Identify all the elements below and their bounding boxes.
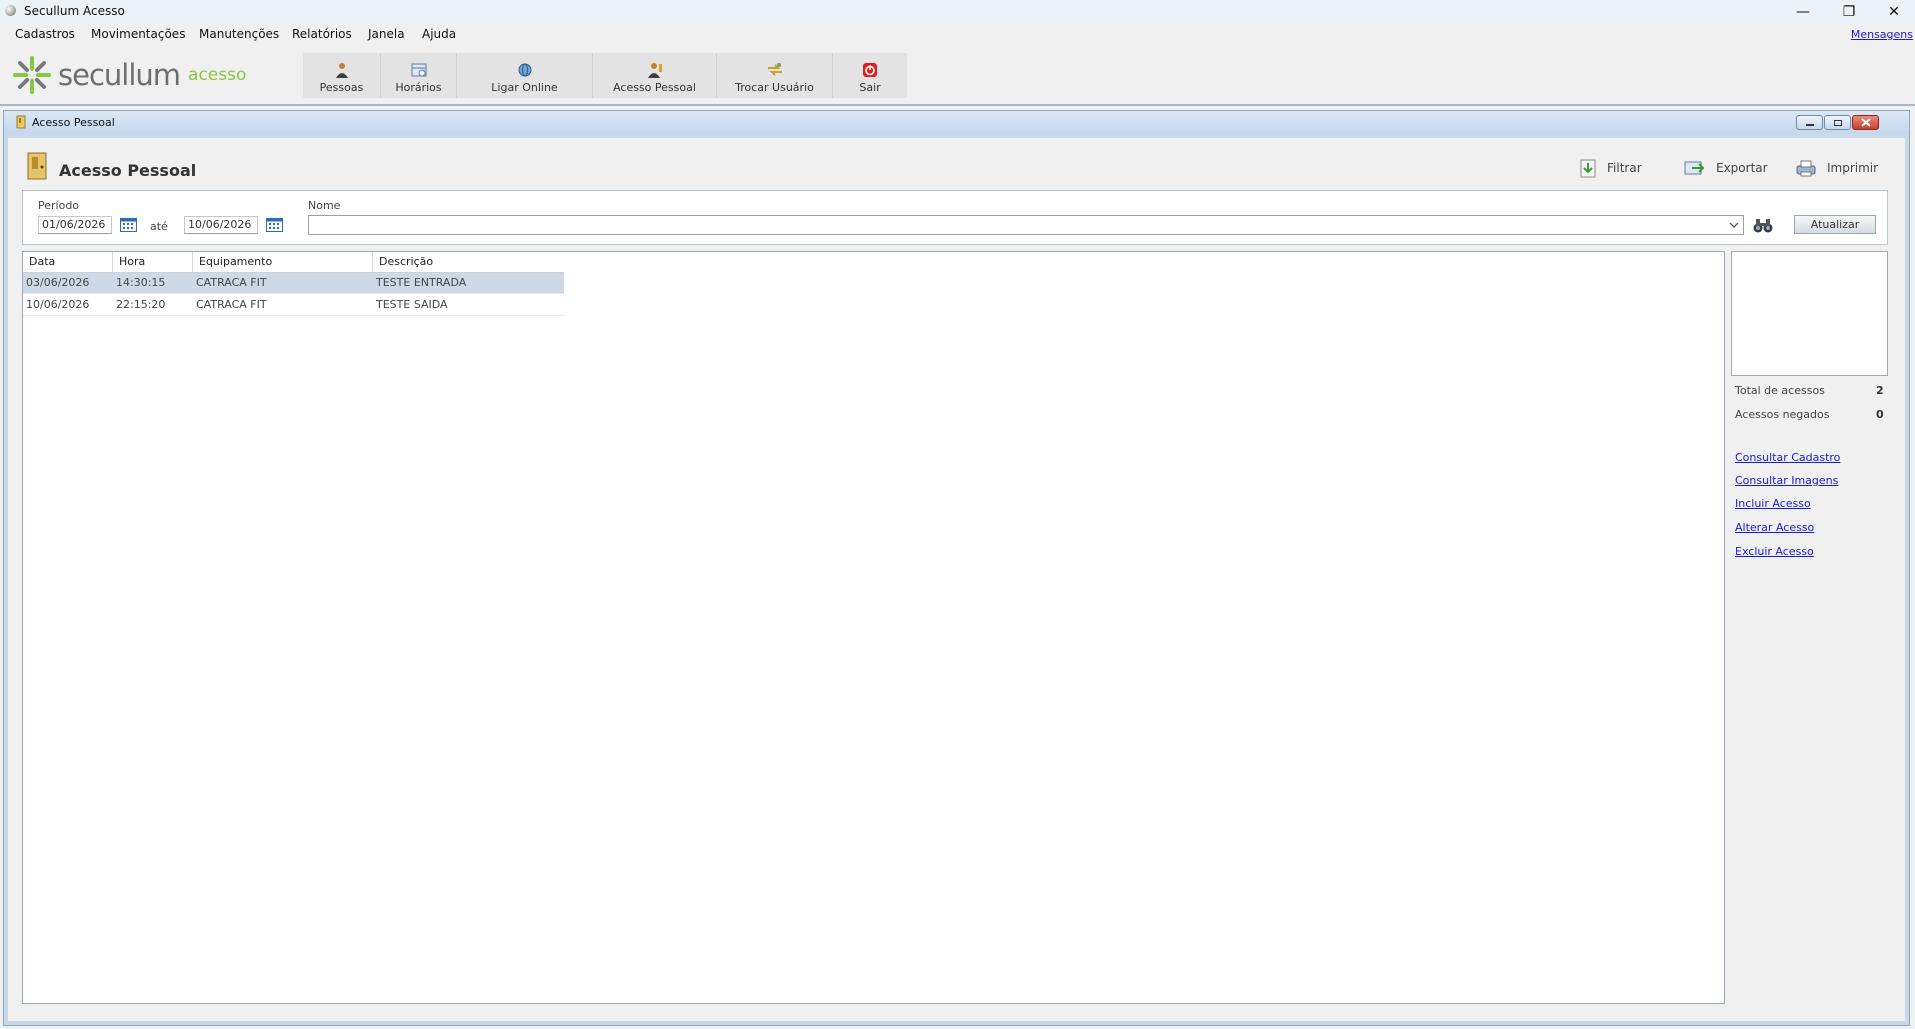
toolbar-pessoas-button[interactable]: Pessoas <box>303 53 381 98</box>
total-accesses-label: Total de acessos <box>1735 384 1825 397</box>
person-access-icon <box>647 63 662 78</box>
refresh-button[interactable]: Atualizar <box>1794 215 1876 234</box>
export-button[interactable]: Exportar <box>1681 158 1768 178</box>
globe-icon <box>518 63 531 77</box>
child-window-title: Acesso Pessoal <box>32 116 115 129</box>
cell-descricao: TESTE SAIDA <box>376 298 448 311</box>
secullum-logo: secullum acesso <box>12 55 246 95</box>
export-label: Exportar <box>1716 161 1768 175</box>
switch-user-icon <box>767 63 782 76</box>
consultar-cadastro-link[interactable]: Consultar Cadastro <box>1735 451 1840 464</box>
child-title-bar: Acesso Pessoal <box>4 111 1909 133</box>
access-grid: Data Hora Equipamento Descrição 03/06/20… <box>22 251 1725 1004</box>
menu-cadastros[interactable]: Cadastros <box>15 27 75 41</box>
until-label: até <box>150 220 168 233</box>
toolbar-label: Trocar Usuário <box>735 81 814 94</box>
print-label: Imprimir <box>1827 161 1879 175</box>
consultar-imagens-link[interactable]: Consultar Imagens <box>1735 474 1838 487</box>
toolbar-trocar-usuario-button[interactable]: Trocar Usuário <box>717 53 833 98</box>
column-header-descricao[interactable]: Descrição <box>373 252 564 272</box>
logo-subtitle: acesso <box>188 65 247 85</box>
column-header-hora[interactable]: Hora <box>113 252 193 272</box>
window-icon <box>16 115 26 129</box>
chevron-down-icon[interactable] <box>1729 222 1739 229</box>
restore-icon <box>1833 119 1842 126</box>
name-combobox[interactable] <box>308 215 1744 235</box>
toolbar-label: Pessoas <box>319 81 364 94</box>
total-accesses-value: 2 <box>1876 384 1884 397</box>
close-icon <box>1860 118 1871 127</box>
cell-descricao: TESTE ENTRADA <box>376 276 467 289</box>
export-icon <box>1684 161 1705 175</box>
calendar-icon[interactable] <box>266 218 283 232</box>
toolbar-separator <box>0 104 1915 106</box>
date-to-field[interactable]: 10/06/2026 <box>184 216 258 234</box>
grid-header: Data Hora Equipamento Descrição <box>23 252 564 273</box>
cell-hora: 14:30:15 <box>116 276 166 289</box>
table-row[interactable]: 10/06/2026 22:15:20 CATRACA FIT TESTE SA… <box>23 295 564 316</box>
toolbar-label: Ligar Online <box>491 81 558 94</box>
filter-icon <box>1580 159 1596 178</box>
column-header-data[interactable]: Data <box>23 252 113 272</box>
printer-icon <box>1796 160 1816 177</box>
menu-movimentacoes[interactable]: Movimentações <box>91 27 185 41</box>
person-icon <box>335 63 348 78</box>
power-icon <box>863 63 877 77</box>
toolbar-horarios-button[interactable]: Horários <box>381 53 457 98</box>
denied-accesses-label: Acessos negados <box>1735 408 1830 421</box>
denied-accesses-value: 0 <box>1876 408 1884 421</box>
door-icon <box>27 152 47 180</box>
menu-relatorios[interactable]: Relatórios <box>292 27 352 41</box>
person-photo <box>1731 251 1888 376</box>
menu-manutencoes[interactable]: Manutenções <box>199 27 279 41</box>
logo-word: secullum <box>58 58 181 92</box>
alterar-acesso-link[interactable]: Alterar Acesso <box>1735 521 1814 534</box>
print-button[interactable]: Imprimir <box>1792 158 1878 178</box>
menu-ajuda[interactable]: Ajuda <box>422 27 456 41</box>
toolbar-label: Sair <box>859 81 881 94</box>
column-header-equipamento[interactable]: Equipamento <box>193 252 373 272</box>
toolbar-label: Acesso Pessoal <box>613 81 696 94</box>
cell-data: 10/06/2026 <box>26 298 90 311</box>
toolbar-ligar-online-button[interactable]: Ligar Online <box>457 53 593 98</box>
menu-bar: Cadastros Movimentações Manutenções Rela… <box>0 23 1915 47</box>
toolbar-sair-button[interactable]: Sair <box>833 53 907 98</box>
minimize-button[interactable]: — <box>1780 0 1826 23</box>
window-title-bar: Secullum Acesso — ❐ ✕ <box>0 0 1915 23</box>
schedule-icon <box>411 63 426 77</box>
table-row[interactable]: 03/06/2026 14:30:15 CATRACA FIT TESTE EN… <box>23 273 564 294</box>
cell-equipamento: CATRACA FIT <box>196 298 267 311</box>
main-toolbar: Pessoas Horários Ligar Online Acesso Pes… <box>303 53 907 98</box>
window-title: Secullum Acesso <box>24 4 125 18</box>
close-button[interactable]: ✕ <box>1871 0 1915 23</box>
cell-data: 03/06/2026 <box>26 276 90 289</box>
minimize-icon <box>1805 123 1814 126</box>
cell-hora: 22:15:20 <box>116 298 166 311</box>
period-label: Período <box>38 199 80 212</box>
toolbar-acesso-pessoal-button[interactable]: Acesso Pessoal <box>593 53 717 98</box>
child-close-button[interactable] <box>1852 115 1879 130</box>
restore-button[interactable]: ❐ <box>1826 0 1872 23</box>
menu-janela[interactable]: Janela <box>368 27 405 41</box>
app-icon <box>5 5 16 16</box>
toolbar-label: Horários <box>395 81 442 94</box>
incluir-acesso-link[interactable]: Incluir Acesso <box>1735 497 1811 510</box>
calendar-icon[interactable] <box>120 218 137 232</box>
child-minimize-button[interactable] <box>1796 115 1823 130</box>
page-title: Acesso Pessoal <box>59 161 197 180</box>
logo-icon <box>13 56 51 94</box>
filter-button[interactable]: Filtrar <box>1578 158 1642 178</box>
excluir-acesso-link[interactable]: Excluir Acesso <box>1735 545 1814 558</box>
date-from-field[interactable]: 01/06/2026 <box>38 216 112 234</box>
child-restore-button[interactable] <box>1824 115 1851 130</box>
messages-link[interactable]: Mensagens <box>1851 28 1913 41</box>
cell-equipamento: CATRACA FIT <box>196 276 267 289</box>
filter-label: Filtrar <box>1607 161 1642 175</box>
binoculars-icon[interactable] <box>1753 217 1773 234</box>
name-label: Nome <box>308 199 341 212</box>
